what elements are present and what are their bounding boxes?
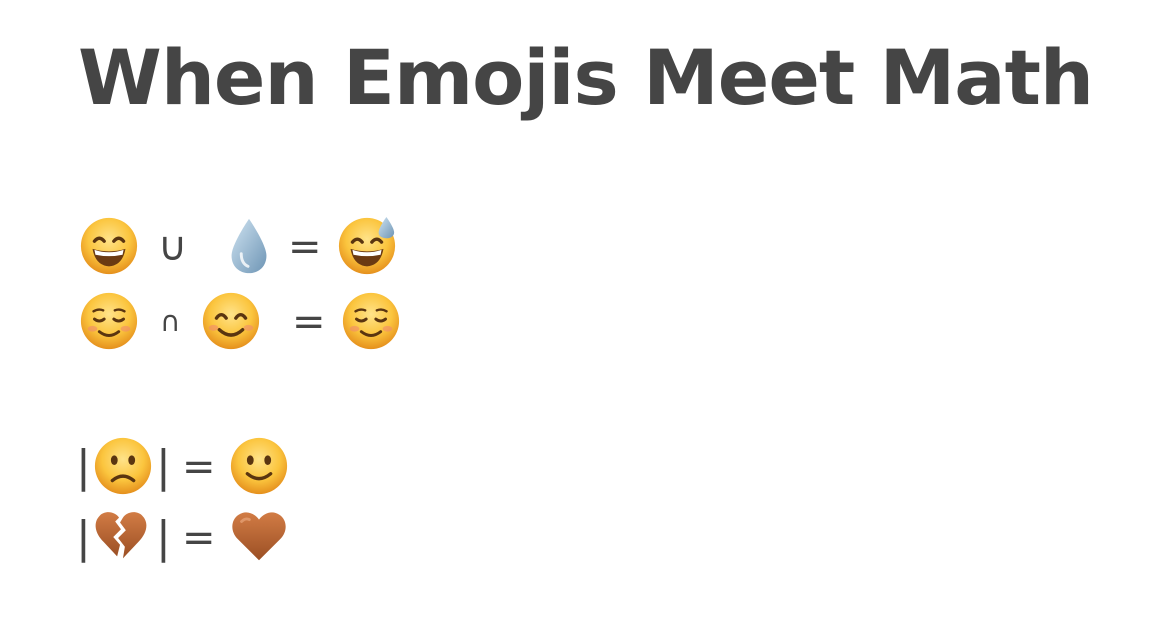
intersection-operator: ∩ [160, 305, 181, 338]
absolute-bar-right: | [156, 512, 171, 563]
equals-sign: = [182, 515, 216, 561]
equals-sign: = [292, 299, 326, 345]
grinning-face-with-sweat-icon [336, 215, 398, 277]
page-title: When Emojis Meet Math [78, 33, 1094, 122]
absolute-bar-left: | [76, 441, 91, 492]
slightly-frowning-face-icon [92, 435, 154, 497]
equals-sign: = [288, 224, 322, 270]
union-operator: ∪ [158, 224, 188, 270]
broken-heart-icon [90, 506, 152, 568]
absolute-bar-left: | [76, 512, 91, 563]
absolute-bar-right: | [156, 441, 171, 492]
slightly-smiling-face-icon [228, 435, 290, 497]
smiling-face-icon [78, 290, 140, 352]
equals-sign: = [182, 444, 216, 490]
smiling-face-with-smiling-eyes-icon [200, 290, 262, 352]
brown-heart-icon [228, 506, 290, 568]
smiling-face-icon [340, 290, 402, 352]
droplet-icon [218, 215, 280, 277]
grinning-face-with-smiling-eyes-icon [78, 215, 140, 277]
